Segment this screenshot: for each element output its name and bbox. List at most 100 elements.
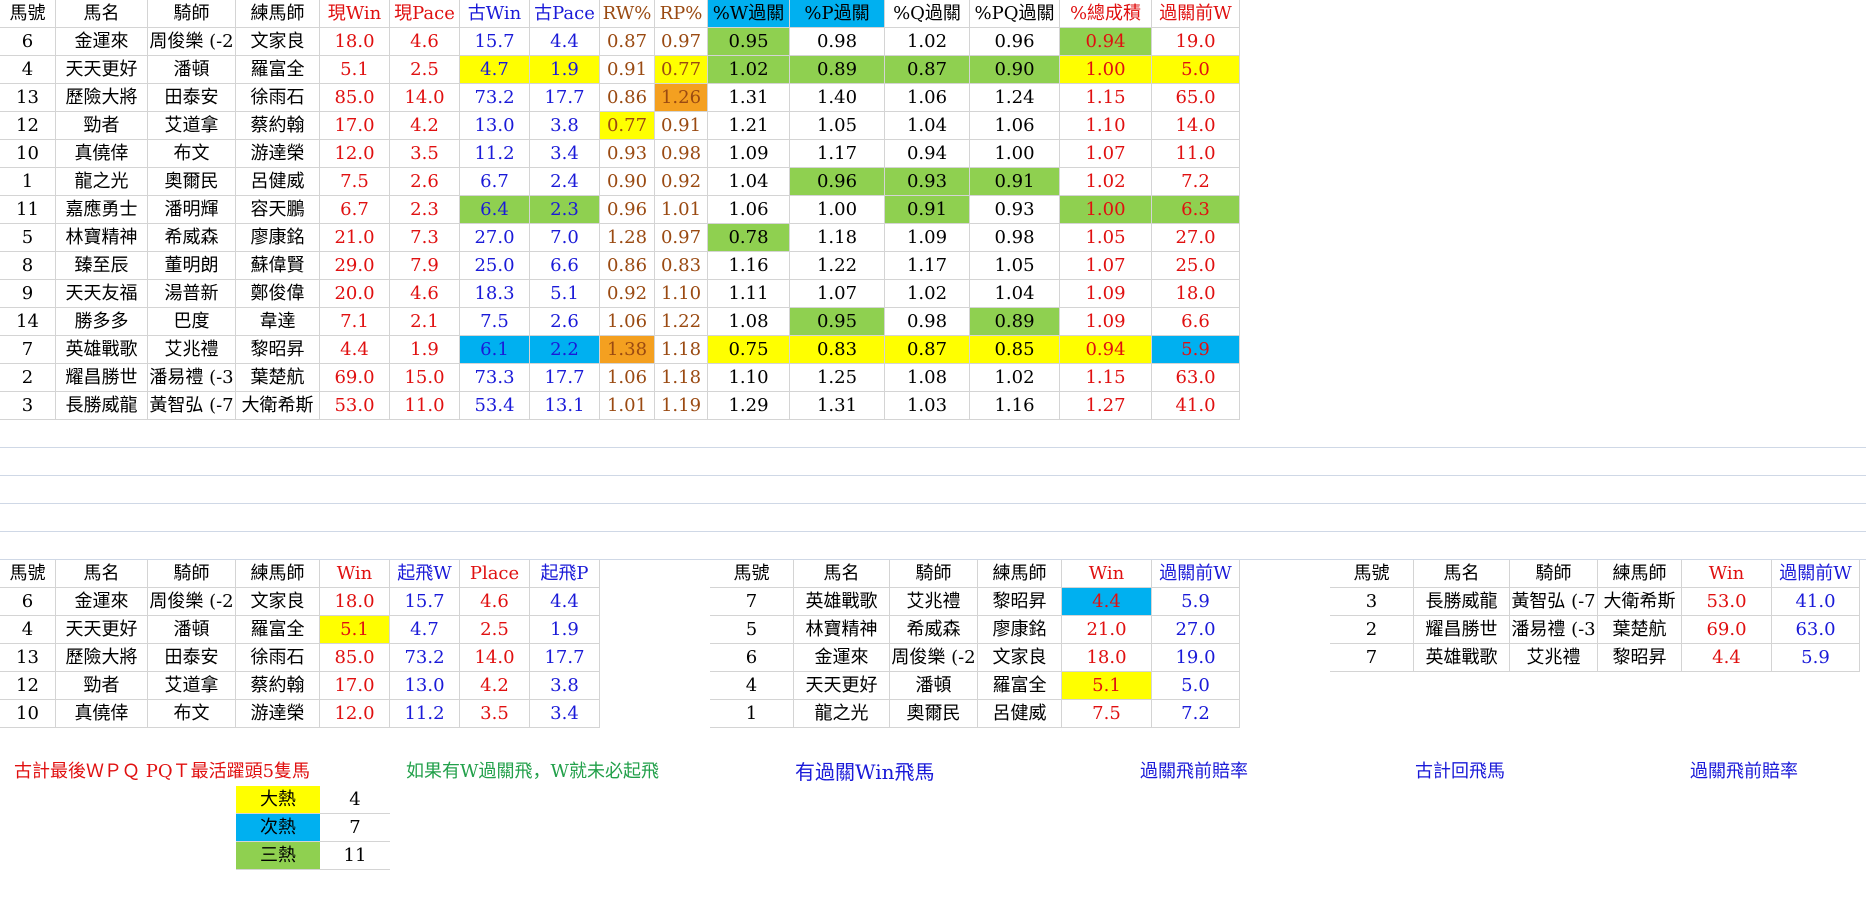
empty-row [0, 476, 1866, 504]
table-cell: 0.90 [970, 56, 1060, 84]
table-cell: 7 [0, 336, 56, 364]
table-cell: 5.9 [1152, 588, 1240, 616]
table-cell: 廖康銘 [978, 616, 1062, 644]
table-cell: 0.89 [790, 56, 885, 84]
table-cell: 長勝威龍 [1414, 588, 1510, 616]
table-cell: 0.87 [885, 56, 970, 84]
table-cell: 0.94 [1060, 28, 1152, 56]
table-cell: 羅富全 [236, 616, 320, 644]
table-cell: 1.02 [885, 280, 970, 308]
column-header: 騎師 [148, 0, 236, 28]
table-cell: 9 [0, 280, 56, 308]
table-cell: 5.0 [1152, 56, 1240, 84]
table-cell: 1.00 [970, 140, 1060, 168]
table-cell: 65.0 [1152, 84, 1240, 112]
note-pre-odds-mid: 過關飛前賠率 [1140, 761, 1248, 782]
table-cell: 1.11 [708, 280, 790, 308]
table-cell: 黎昭昇 [1598, 644, 1682, 672]
table-cell: 1.04 [708, 168, 790, 196]
table-cell: 1.27 [1060, 392, 1152, 420]
table-cell: 0.98 [655, 140, 708, 168]
table-cell: 黎昭昇 [978, 588, 1062, 616]
table-cell: 潘易禮 (-3 [148, 364, 236, 392]
table-cell: 周俊樂 (-2 [148, 28, 236, 56]
table-cell: 5.1 [1062, 672, 1152, 700]
table-cell: 0.95 [708, 28, 790, 56]
table-cell: 17.7 [530, 84, 600, 112]
table-row: 10 真僥倖 布文 游達榮 12.0 3.5 11.2 3.4 0.93 0.98 1.09 1.17… [0, 140, 1240, 168]
table-cell: 大衛希斯 [1598, 588, 1682, 616]
empty-row [0, 420, 1866, 448]
table-cell: 蔡約翰 [236, 112, 320, 140]
table-cell: 韋達 [236, 308, 320, 336]
table-cell: 2 [1330, 616, 1414, 644]
table-cell: 田泰安 [148, 644, 236, 672]
table-cell: 85.0 [320, 84, 390, 112]
table-cell: 6.7 [320, 196, 390, 224]
column-header: Place [460, 560, 530, 588]
table-cell: 天天友福 [56, 280, 148, 308]
legend-label: 三熱 [236, 842, 320, 870]
table-cell: 0.96 [970, 28, 1060, 56]
column-header: 馬名 [56, 0, 148, 28]
table-cell: 1.31 [708, 84, 790, 112]
table-cell: 1.10 [1060, 112, 1152, 140]
table-row: 7 英雄戰歌 艾兆禮 黎昭昇 4.4 1.9 6.1 2.2 1.38 1.18 0.75 0.83 0… [0, 336, 1240, 364]
table-cell: 6.7 [460, 168, 530, 196]
table-cell: 6 [0, 588, 56, 616]
table-cell: 5 [710, 616, 794, 644]
table-row: 7 英雄戰歌 艾兆禮 黎昭昇 4.4 5.9 [710, 588, 1240, 616]
note-w-flight: 如果有W過關飛，W就未必起飛 [406, 761, 660, 782]
table-cell: 4.7 [390, 616, 460, 644]
table-cell: 蘇偉賢 [236, 252, 320, 280]
table-cell: 17.0 [320, 112, 390, 140]
table-cell: 17.0 [320, 672, 390, 700]
table-cell: 6.4 [460, 196, 530, 224]
table-cell: 4 [0, 616, 56, 644]
table-cell: 11.0 [390, 392, 460, 420]
table-cell: 葉楚航 [1598, 616, 1682, 644]
table-cell: 7.2 [1152, 168, 1240, 196]
table-cell: 11.2 [390, 700, 460, 728]
column-header: 現Pace [390, 0, 460, 28]
table-cell: 1.00 [1060, 196, 1152, 224]
table-cell: 6 [0, 28, 56, 56]
table-cell: 真僥倖 [56, 700, 148, 728]
table-cell: 2.6 [530, 308, 600, 336]
table-cell: 27.0 [460, 224, 530, 252]
table-cell: 0.95 [790, 308, 885, 336]
table-cell: 2.5 [390, 56, 460, 84]
table-cell: 5.9 [1152, 336, 1240, 364]
table-cell: 1.29 [708, 392, 790, 420]
header-row: 馬號 馬名 騎師 練馬師 現Win 現Pace 古Win 古Pace RW% RP% %W過關 %P過… [0, 0, 1240, 28]
table-cell: 14.0 [1152, 112, 1240, 140]
table-cell: 黃智弘 (-7 [1510, 588, 1598, 616]
table-cell: 4.7 [460, 56, 530, 84]
table-row: 1 龍之光 奧爾民 呂健威 7.5 7.2 [710, 700, 1240, 728]
table-cell: 1.16 [708, 252, 790, 280]
table-cell: 大衛希斯 [236, 392, 320, 420]
table-row: 2 耀昌勝世 潘易禮 (-3 葉楚航 69.0 63.0 [1330, 616, 1860, 644]
column-header: 古Win [460, 0, 530, 28]
table-cell: 18.0 [1062, 644, 1152, 672]
table-cell: 21.0 [1062, 616, 1152, 644]
table-cell: 長勝威龍 [56, 392, 148, 420]
table-cell: 1.07 [790, 280, 885, 308]
table-cell: 廖康銘 [236, 224, 320, 252]
column-header: 騎師 [148, 560, 236, 588]
table-cell: 63.0 [1152, 364, 1240, 392]
header-row: 馬號 馬名 騎師 練馬師 Win 過關前W [1330, 560, 1860, 588]
table-cell: 10 [0, 140, 56, 168]
table-cell: 徐雨石 [236, 644, 320, 672]
table-cell: 0.98 [790, 28, 885, 56]
table-cell: 文家良 [236, 28, 320, 56]
table-cell: 董明朗 [148, 252, 236, 280]
table-cell: 15.7 [460, 28, 530, 56]
table-cell: 0.87 [885, 336, 970, 364]
table-cell: 13 [0, 644, 56, 672]
table-cell: 1.10 [655, 280, 708, 308]
note-return-flight: 古計回飛馬 [1415, 761, 1505, 782]
table-cell: 7.5 [460, 308, 530, 336]
table-cell: 嘉應勇士 [56, 196, 148, 224]
table-cell: 0.83 [655, 252, 708, 280]
